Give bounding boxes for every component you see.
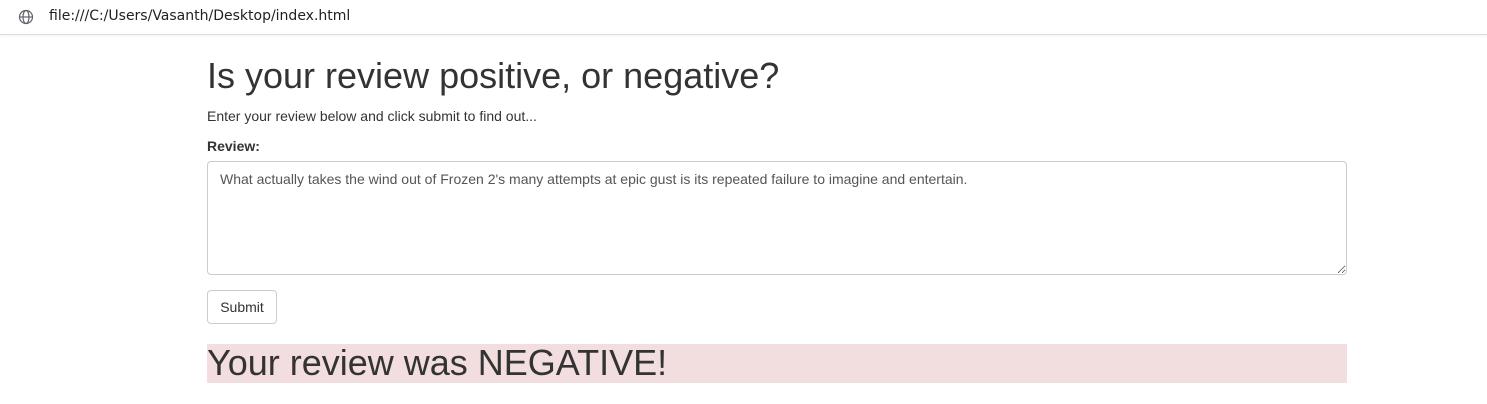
address-bar[interactable]: file:///C:/Users/Vasanth/Desktop/index.h…: [0, 0, 1487, 35]
globe-icon: [18, 9, 34, 25]
submit-button[interactable]: Submit: [207, 290, 277, 324]
url-text[interactable]: file:///C:/Users/Vasanth/Desktop/index.h…: [49, 8, 350, 24]
review-label: Review:: [207, 138, 260, 154]
page-title: Is your review positive, or negative?: [207, 55, 780, 96]
result-text: Your review was NEGATIVE!: [207, 342, 668, 383]
review-textarea[interactable]: What actually takes the wind out of Froz…: [207, 161, 1347, 275]
page-subtitle: Enter your review below and click submit…: [207, 108, 537, 124]
result-banner: Your review was NEGATIVE!: [207, 342, 1347, 383]
